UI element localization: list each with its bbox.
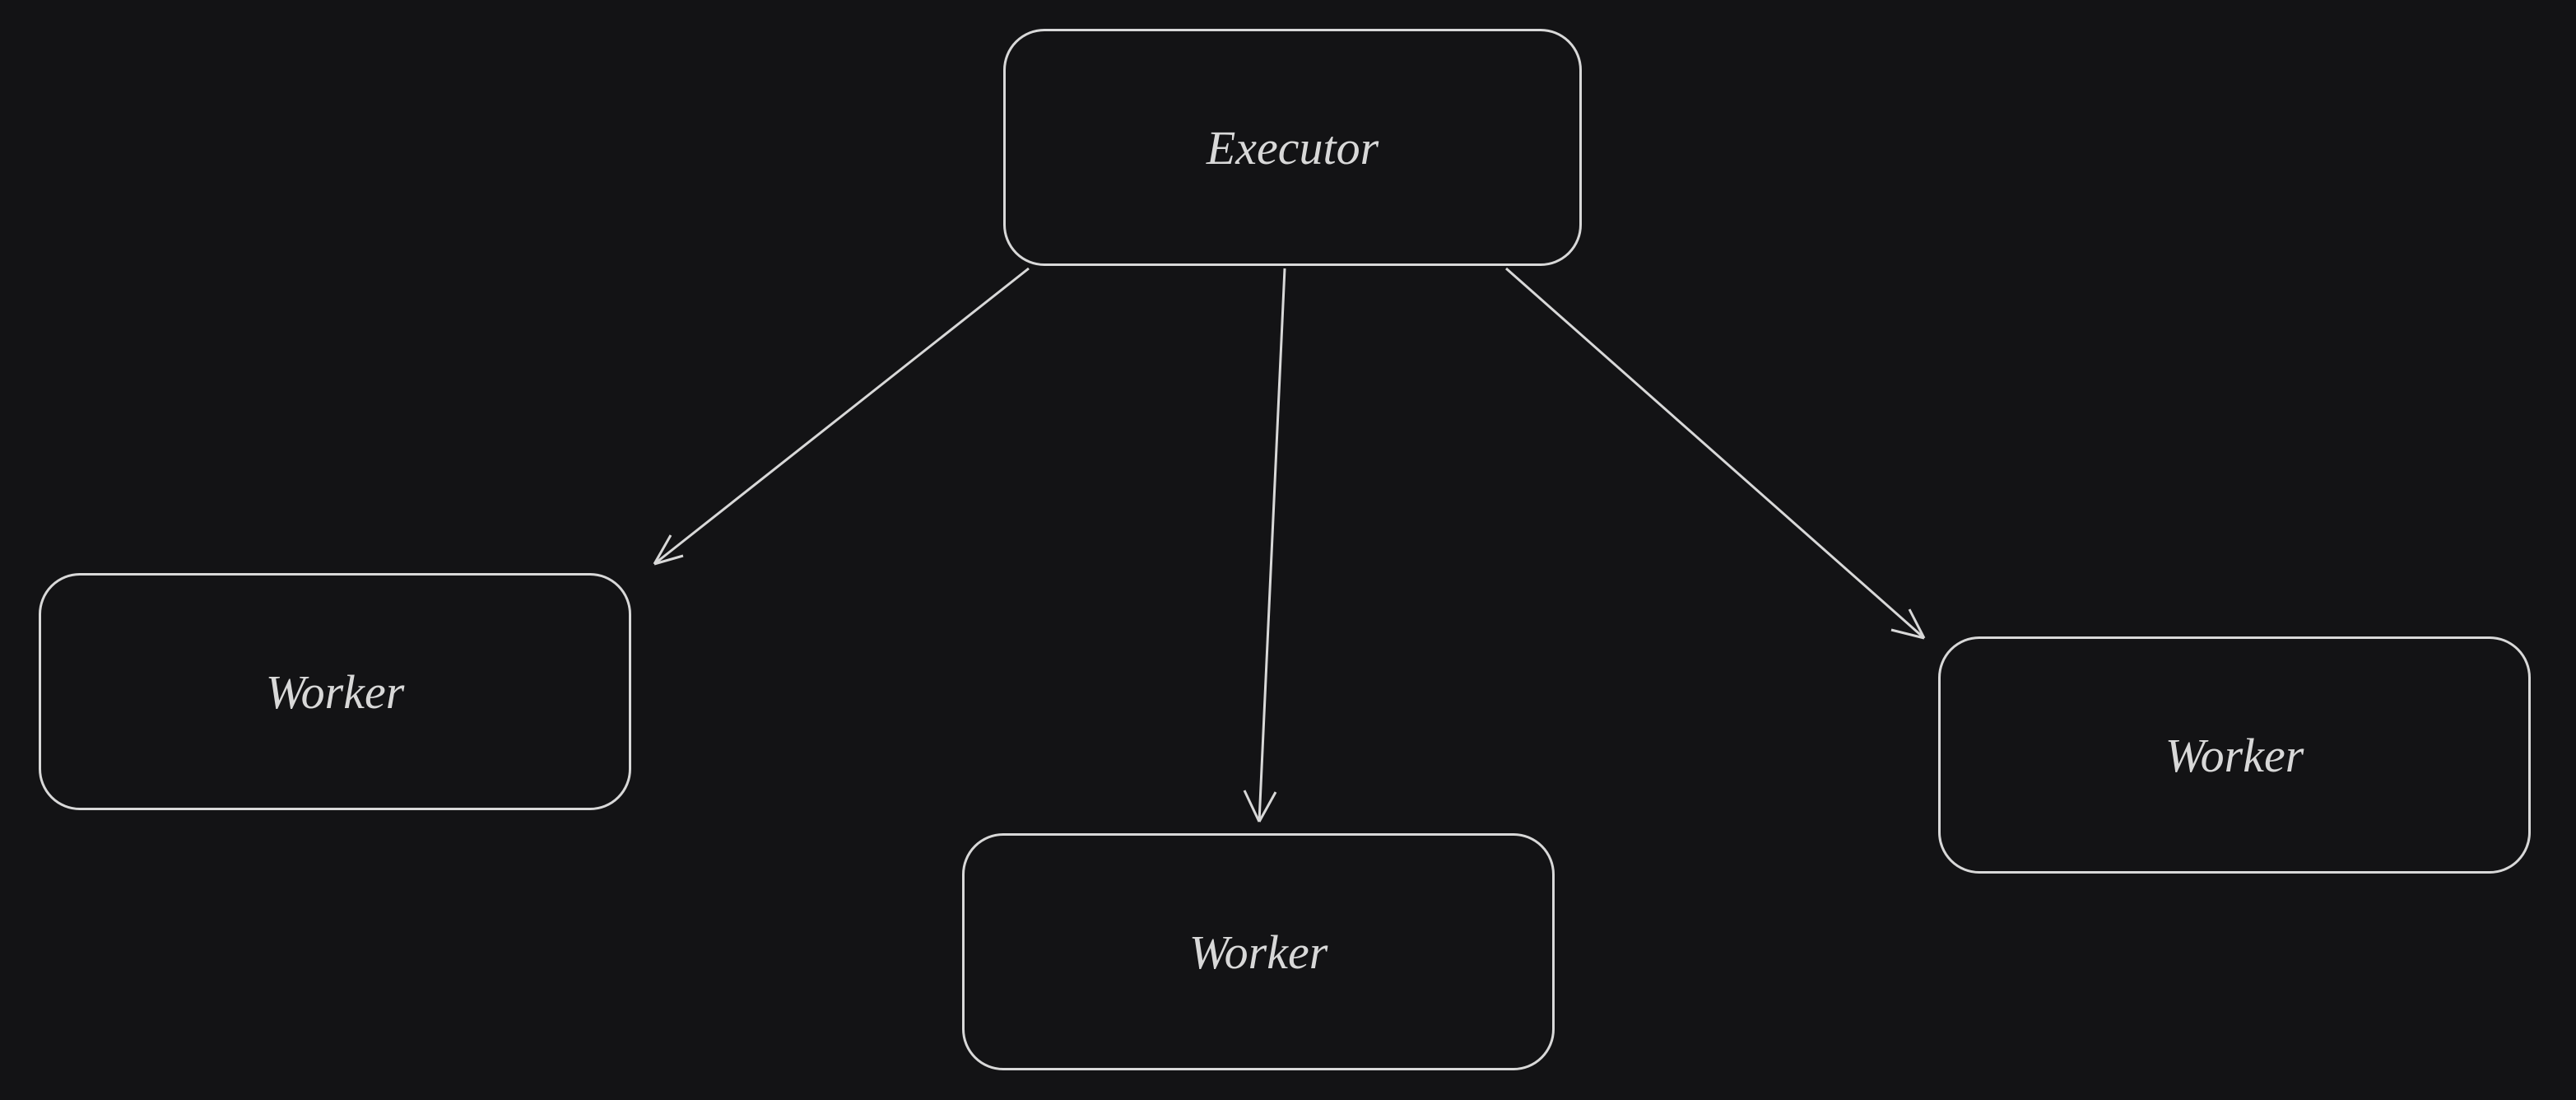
arrow-to-left-worker xyxy=(654,268,1029,564)
arrow-to-right-worker xyxy=(1506,268,1924,638)
worker-node-middle: Worker xyxy=(962,833,1555,1070)
arrow-to-middle-worker xyxy=(1244,268,1285,822)
worker-node-right: Worker xyxy=(1938,636,2531,874)
executor-label: Executor xyxy=(1207,120,1379,175)
worker-label-left: Worker xyxy=(266,664,405,720)
worker-label-right: Worker xyxy=(2165,728,2304,783)
executor-node: Executor xyxy=(1003,29,1582,266)
worker-label-middle: Worker xyxy=(1189,925,1328,980)
worker-node-left: Worker xyxy=(39,573,631,810)
